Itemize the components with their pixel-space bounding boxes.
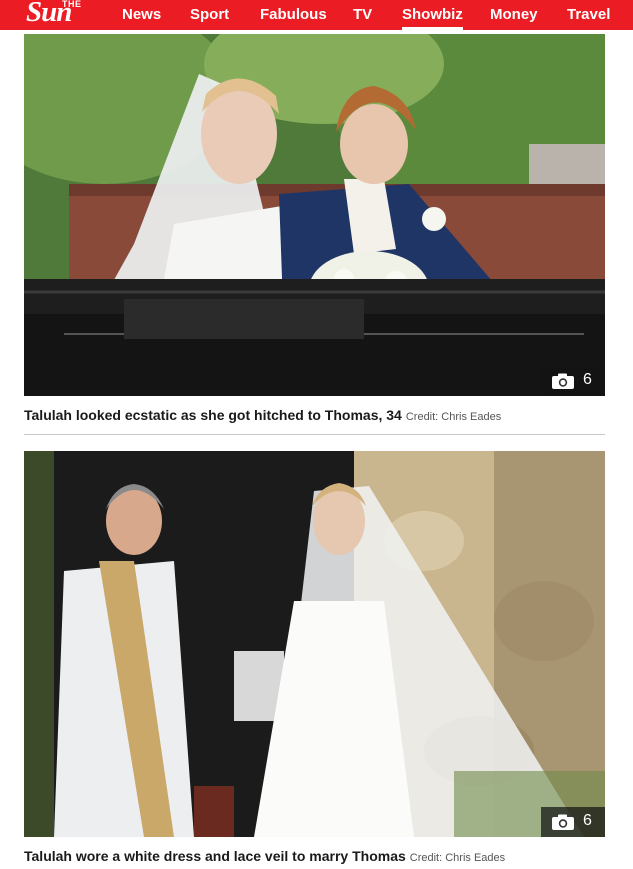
nav-showbiz[interactable]: Showbiz: [402, 0, 463, 30]
photo-credit: Credit: Chris Eades: [405, 411, 502, 423]
gallery-photo-1[interactable]: 6: [24, 34, 605, 396]
photo-caption-1: Talulah looked ecstatic as she got hitch…: [24, 406, 614, 426]
the-sun-logo[interactable]: Sun THE: [26, 0, 110, 30]
wedding-carriage-image: [24, 34, 605, 396]
logo-the: THE: [62, 0, 82, 9]
photo-count-badge[interactable]: 6: [541, 366, 605, 396]
nav-tv[interactable]: TV: [353, 0, 372, 30]
photo-caption-2: Talulah wore a white dress and lace veil…: [24, 847, 614, 867]
nav-sport[interactable]: Sport: [190, 0, 229, 30]
photo-count: 6: [583, 812, 592, 829]
caption-text: Talulah looked ecstatic as she got hitch…: [24, 407, 402, 423]
nav-travel[interactable]: Travel: [567, 0, 610, 30]
church-ceremony-image: [24, 451, 605, 837]
caption-text: Talulah wore a white dress and lace veil…: [24, 848, 406, 864]
site-header: Sun THE News Sport Fabulous TV Showbiz M…: [0, 0, 633, 30]
photo-count: 6: [583, 371, 592, 388]
photo-count-badge[interactable]: 6: [541, 807, 605, 837]
photo-credit: Credit: Chris Eades: [409, 852, 506, 864]
divider: [24, 434, 605, 435]
camera-icon: [552, 814, 574, 830]
nav-money[interactable]: Money: [490, 0, 538, 30]
gallery-photo-2[interactable]: 6: [24, 451, 605, 837]
nav-fabulous[interactable]: Fabulous: [260, 0, 327, 30]
camera-icon: [552, 373, 574, 389]
nav-news[interactable]: News: [122, 0, 161, 30]
